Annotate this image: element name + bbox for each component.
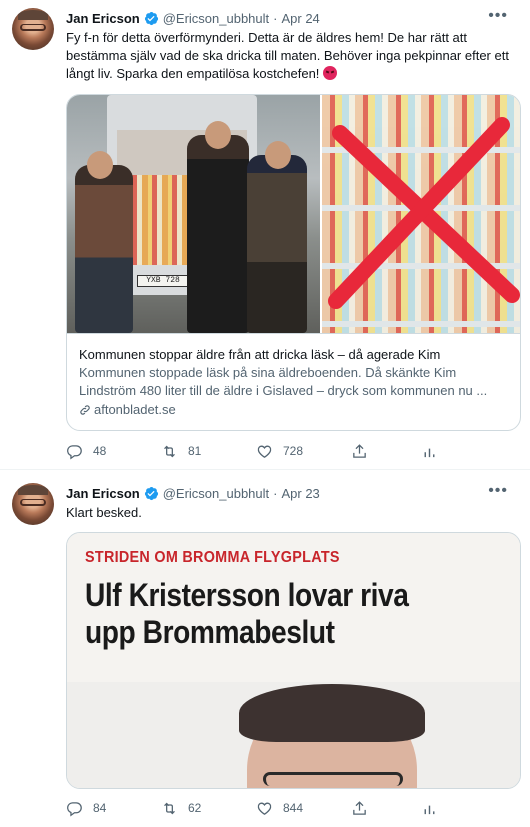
tweet-header: Jan Ericson @Ericson_ubbhult · Apr 23 ••…: [66, 482, 520, 502]
link-icon: [80, 405, 90, 415]
avatar-glasses: [20, 24, 46, 31]
share-button[interactable]: [351, 800, 421, 817]
article-kicker: STRIDEN OM BROMMA FLYGPLATS: [85, 549, 340, 566]
angry-face-icon: [323, 66, 338, 80]
card-description: Kommunen stoppade läsk på sina äldreboen…: [79, 365, 488, 398]
tweet-text-content: Fy f-n för detta överförmynderi. Detta ä…: [66, 30, 509, 81]
analytics-button[interactable]: [421, 800, 461, 817]
head-shape: [205, 121, 231, 149]
tweet-actions: 48 81 728: [66, 441, 466, 461]
tweet-date[interactable]: Apr 23: [281, 486, 319, 501]
like-button[interactable]: 728: [256, 443, 351, 460]
article-header: STRIDEN OM BROMMA FLYGPLATS Ulf Kristers…: [67, 533, 520, 682]
share-icon: [353, 443, 366, 458]
like-button[interactable]: 844: [256, 800, 351, 817]
hair-shape: [239, 684, 425, 742]
tweet[interactable]: Jan Ericson @Ericson_ubbhult · Apr 24 ••…: [0, 0, 530, 470]
retweet-icon: [164, 445, 175, 457]
reply-count: 48: [93, 444, 107, 458]
author-name[interactable]: Jan Ericson: [66, 11, 140, 26]
red-cross-icon: [328, 117, 520, 309]
separator-dot: ·: [273, 485, 278, 501]
retweet-count: 81: [188, 444, 202, 458]
avatar-glasses: [20, 499, 46, 506]
tweet-text: Fy f-n för detta överförmynderi. Detta ä…: [66, 29, 516, 83]
analytics-icon: [424, 448, 435, 457]
verified-badge-icon: [144, 486, 158, 500]
image-card[interactable]: STRIDEN OM BROMMA FLYGPLATS Ulf Kristers…: [66, 532, 521, 789]
reply-icon: [67, 801, 82, 816]
card-body: Kommunen stoppar äldre från att dricka l…: [67, 333, 520, 430]
avatar-hair: [18, 10, 48, 20]
avatar[interactable]: [12, 483, 54, 525]
person-shape: [75, 165, 133, 333]
separator-dot: ·: [273, 10, 278, 26]
article-photo: [67, 682, 520, 788]
tweet-date[interactable]: Apr 24: [281, 11, 319, 26]
retweet-icon: [164, 802, 175, 814]
card-title: Kommunen stoppar äldre från att dricka l…: [79, 347, 441, 362]
heart-icon: [257, 802, 272, 815]
author-handle[interactable]: @Ericson_ubbhult: [163, 11, 269, 26]
link-card[interactable]: YXB 728 Kommunen stoppar äldre från att …: [66, 94, 521, 431]
tweet-header: Jan Ericson @Ericson_ubbhult · Apr 24 ••…: [66, 7, 520, 27]
share-icon: [353, 800, 366, 815]
tweet[interactable]: Jan Ericson @Ericson_ubbhult · Apr 23 ••…: [0, 471, 530, 827]
card-domain: aftonbladet.se: [79, 401, 510, 419]
reply-count: 84: [93, 801, 107, 815]
retweet-count: 62: [188, 801, 202, 815]
more-options-icon[interactable]: •••: [488, 482, 508, 500]
retweet-button[interactable]: 62: [161, 800, 256, 817]
avatar[interactable]: [12, 8, 54, 50]
article-headline: Ulf Kristersson lovar riva upp Brommabes…: [85, 577, 454, 651]
analytics-icon: [424, 805, 435, 814]
headline-line-2: upp Brommabeslut: [85, 614, 335, 650]
card-domain-text: aftonbladet.se: [94, 402, 176, 417]
glasses-shape: [263, 772, 403, 786]
author-name[interactable]: Jan Ericson: [66, 486, 140, 501]
headline-line-1: Ulf Kristersson lovar riva: [85, 577, 409, 613]
card-image-shelves: [322, 95, 520, 333]
verified-badge-icon: [144, 11, 158, 25]
license-plate: YXB 728: [137, 275, 189, 287]
tweet-actions: 84 62 844: [66, 798, 466, 818]
like-count: 844: [283, 801, 304, 815]
reply-button[interactable]: 48: [66, 443, 161, 460]
person-shape: [187, 135, 249, 333]
head-shape: [265, 141, 291, 169]
head-shape: [87, 151, 113, 179]
heart-icon: [257, 445, 272, 458]
share-button[interactable]: [351, 443, 421, 460]
card-image-people-van: YXB 728: [67, 95, 320, 333]
person-shape: [247, 155, 307, 333]
reply-button[interactable]: 84: [66, 800, 161, 817]
reply-icon: [67, 444, 82, 459]
analytics-button[interactable]: [421, 443, 461, 460]
like-count: 728: [283, 444, 304, 458]
more-options-icon[interactable]: •••: [488, 7, 508, 25]
retweet-button[interactable]: 81: [161, 443, 256, 460]
tweet-text: Klart besked.: [66, 505, 142, 520]
author-handle[interactable]: @Ericson_ubbhult: [163, 486, 269, 501]
avatar-hair: [18, 485, 48, 495]
